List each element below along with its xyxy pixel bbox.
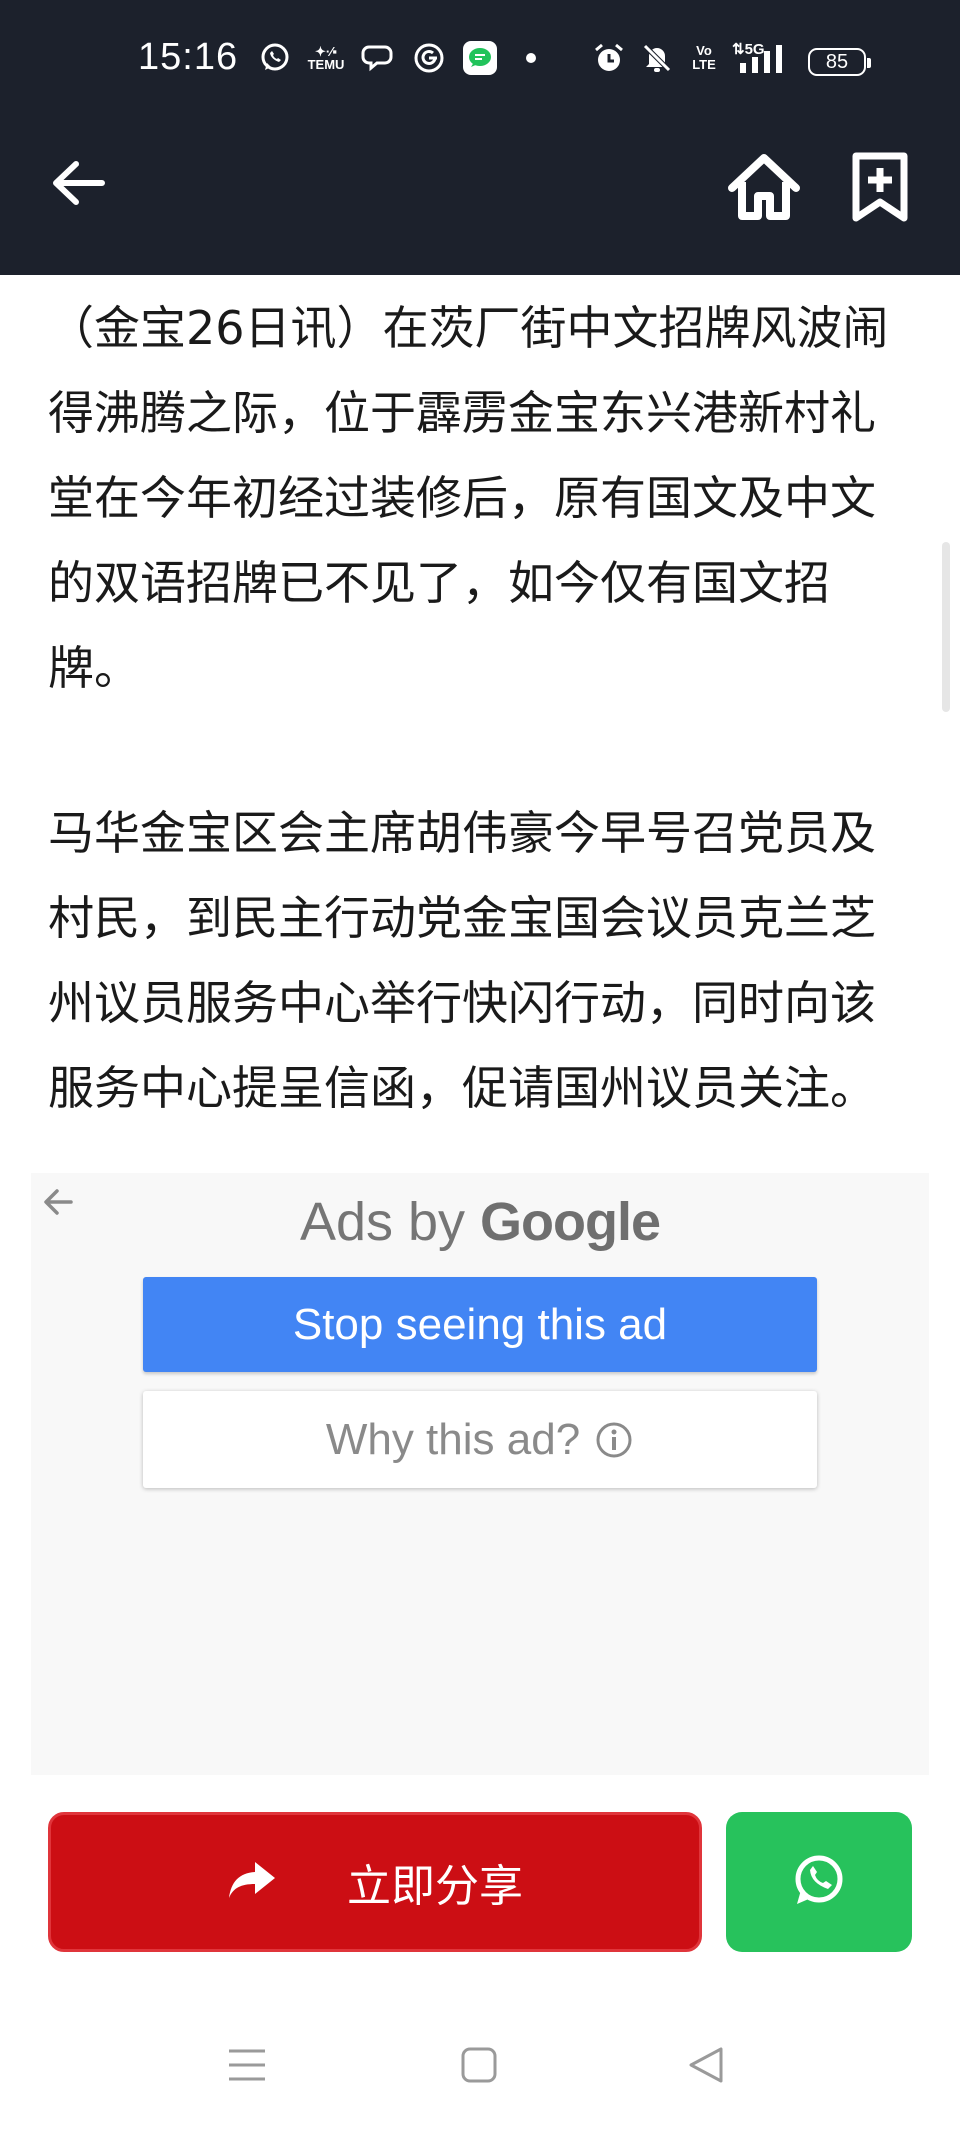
back-triangle-icon [687, 2045, 727, 2089]
chat-bubble-icon [360, 42, 394, 74]
ads-by-google-heading: Ads by Google [31, 1191, 929, 1253]
ads-by-label: Ads by [299, 1192, 466, 1252]
stop-seeing-ad-button[interactable]: Stop seeing this ad [143, 1277, 817, 1372]
whatsapp-icon [791, 1852, 847, 1912]
volte-icon: Vo LTE [692, 43, 716, 72]
back-button[interactable] [40, 147, 116, 223]
whatsapp-share-button[interactable] [726, 1812, 912, 1952]
temu-icon: ✦·⁄▪ TEMU [307, 44, 345, 72]
share-arrow-icon [227, 1860, 277, 1904]
system-nav-bar [0, 2010, 960, 2133]
whatsapp-icon [258, 42, 292, 74]
home-square-icon [460, 2046, 498, 2088]
app-bar [0, 105, 960, 275]
bookmark-add-button[interactable] [842, 149, 918, 229]
status-bar: 15:16 ✦·⁄▪ TEMU Vo LTE ⇅5G 85 [0, 0, 960, 105]
share-label: 立即分享 [347, 1861, 523, 1912]
share-button[interactable]: 立即分享 [48, 1812, 702, 1952]
battery-indicator: 85 [808, 48, 871, 76]
home-nav-button[interactable] [456, 2044, 502, 2090]
why-this-ad-label: Why this ad? [325, 1414, 581, 1464]
alarm-icon [592, 42, 626, 74]
why-this-ad-button[interactable]: Why this ad? [143, 1391, 817, 1488]
grammarly-icon [412, 42, 446, 74]
stop-seeing-ad-label: Stop seeing this ad [292, 1299, 668, 1349]
messages-app-icon [462, 41, 498, 75]
arrow-left-icon [50, 158, 106, 212]
ad-panel: Ads by Google Stop seeing this ad Why th… [31, 1173, 929, 1775]
home-button[interactable] [722, 149, 806, 229]
article-paragraph: 马华金宝区会主席胡伟豪今早号召党员及村民，到民主行动党金宝国会议员克兰芝州议员服… [48, 806, 876, 1115]
5g-signal-icon: ⇅5G [730, 41, 792, 74]
dot-icon [524, 42, 538, 74]
scrollbar[interactable] [942, 542, 950, 712]
status-time: 15:16 [138, 36, 239, 78]
bell-muted-icon [640, 42, 674, 74]
back-nav-button[interactable] [684, 2044, 730, 2090]
recent-apps-button[interactable] [224, 2044, 270, 2090]
google-logo-text: Google [480, 1192, 661, 1252]
article-paragraph: （金宝26日讯）在茨厂街中文招牌风波闹得沸腾之际，位于霹雳金宝东兴港新村礼堂在今… [48, 301, 889, 695]
article-body: （金宝26日讯）在茨厂街中文招牌风波闹得沸腾之际，位于霹雳金宝东兴港新村礼堂在今… [48, 286, 918, 1131]
info-icon [594, 1420, 634, 1460]
menu-icon [227, 2047, 267, 2087]
bookmark-add-icon [850, 150, 910, 228]
svg-text:⇅5G: ⇅5G [732, 41, 765, 58]
home-icon [726, 152, 802, 226]
